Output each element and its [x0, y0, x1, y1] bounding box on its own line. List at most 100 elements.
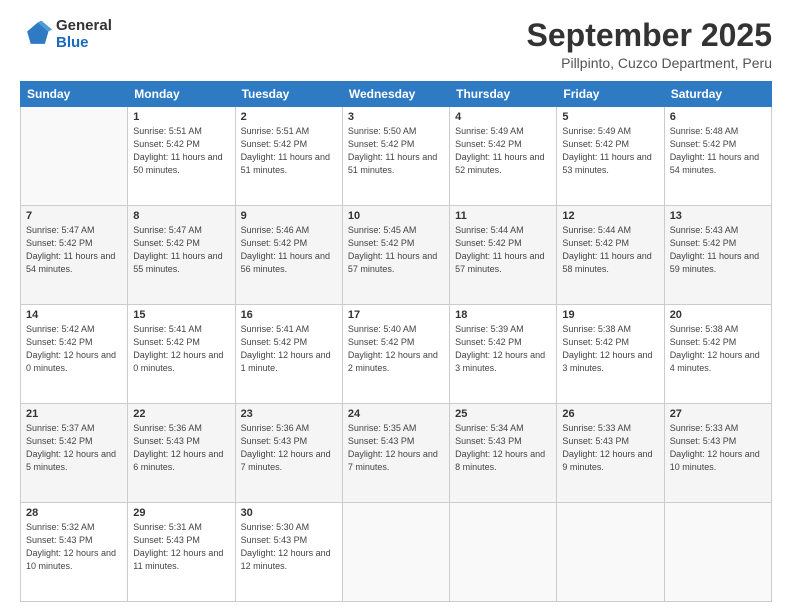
table-row: 19Sunrise: 5:38 AM Sunset: 5:42 PM Dayli… [557, 305, 664, 404]
day-info: Sunrise: 5:30 AM Sunset: 5:43 PM Dayligh… [241, 521, 337, 573]
logo-text: General Blue [56, 18, 112, 51]
day-info: Sunrise: 5:32 AM Sunset: 5:43 PM Dayligh… [26, 521, 122, 573]
day-info: Sunrise: 5:39 AM Sunset: 5:42 PM Dayligh… [455, 323, 551, 375]
day-info: Sunrise: 5:33 AM Sunset: 5:43 PM Dayligh… [670, 422, 766, 474]
calendar-table: Sunday Monday Tuesday Wednesday Thursday… [20, 81, 772, 602]
day-number: 14 [26, 309, 122, 321]
page: General Blue September 2025 Pillpinto, C… [0, 0, 792, 612]
table-row: 7 Sunrise: 5:47 AM Sunset: 5:42 PM Daylig… [21, 206, 128, 305]
calendar-week-row: 1 Sunrise: 5:51 AM Sunset: 5:42 PM Daylig… [21, 107, 772, 206]
table-row: 15Sunrise: 5:41 AM Sunset: 5:42 PM Dayli… [128, 305, 235, 404]
calendar-week-row: 14Sunrise: 5:42 AM Sunset: 5:42 PM Dayli… [21, 305, 772, 404]
day-number: 1 [133, 111, 229, 123]
day-number: 17 [348, 309, 444, 321]
table-row: 22 Sunrise: 5:36 AM Sunset: 5:43 PM Dayli… [128, 404, 235, 503]
weekday-header-row: Sunday Monday Tuesday Wednesday Thursday… [21, 82, 772, 107]
day-number: 11 [455, 210, 551, 222]
table-row: 27Sunrise: 5:33 AM Sunset: 5:43 PM Dayli… [664, 404, 771, 503]
day-number: 10 [348, 210, 444, 222]
month-title: September 2025 [527, 18, 772, 53]
day-info: Sunrise: 5:41 AM Sunset: 5:42 PM Dayligh… [241, 323, 337, 375]
day-info: Sunrise: 5:49 AM Sunset: 5:42 PM Dayligh… [455, 125, 551, 177]
title-section: September 2025 Pillpinto, Cuzco Departme… [527, 18, 772, 71]
day-number: 4 [455, 111, 551, 123]
col-friday: Friday [557, 82, 664, 107]
table-row: 10 Sunrise: 5:45 AM Sunset: 5:42 PM Dayli… [342, 206, 449, 305]
day-info: Sunrise: 5:51 AM Sunset: 5:42 PM Dayligh… [241, 125, 337, 177]
day-info: Sunrise: 5:38 AM Sunset: 5:42 PM Dayligh… [670, 323, 766, 375]
col-sunday: Sunday [21, 82, 128, 107]
col-wednesday: Wednesday [342, 82, 449, 107]
table-row: 20Sunrise: 5:38 AM Sunset: 5:42 PM Dayli… [664, 305, 771, 404]
col-monday: Monday [128, 82, 235, 107]
table-row: 21Sunrise: 5:37 AM Sunset: 5:42 PM Dayli… [21, 404, 128, 503]
day-info: Sunrise: 5:44 AM Sunset: 5:42 PM Dayligh… [562, 224, 658, 276]
table-row: 13Sunrise: 5:43 AM Sunset: 5:42 PM Dayli… [664, 206, 771, 305]
day-info: Sunrise: 5:47 AM Sunset: 5:42 PM Dayligh… [26, 224, 122, 276]
table-row [342, 503, 449, 602]
day-number: 29 [133, 507, 229, 519]
day-info: Sunrise: 5:38 AM Sunset: 5:42 PM Dayligh… [562, 323, 658, 375]
table-row: 9 Sunrise: 5:46 AM Sunset: 5:42 PM Daylig… [235, 206, 342, 305]
day-info: Sunrise: 5:41 AM Sunset: 5:42 PM Dayligh… [133, 323, 229, 375]
table-row: 14Sunrise: 5:42 AM Sunset: 5:42 PM Dayli… [21, 305, 128, 404]
day-info: Sunrise: 5:47 AM Sunset: 5:42 PM Dayligh… [133, 224, 229, 276]
table-row [664, 503, 771, 602]
table-row [557, 503, 664, 602]
day-number: 28 [26, 507, 122, 519]
table-row: 5Sunrise: 5:49 AM Sunset: 5:42 PM Daylig… [557, 107, 664, 206]
day-info: Sunrise: 5:51 AM Sunset: 5:42 PM Dayligh… [133, 125, 229, 177]
day-info: Sunrise: 5:48 AM Sunset: 5:42 PM Dayligh… [670, 125, 766, 177]
table-row: 30 Sunrise: 5:30 AM Sunset: 5:43 PM Dayli… [235, 503, 342, 602]
day-number: 3 [348, 111, 444, 123]
day-info: Sunrise: 5:33 AM Sunset: 5:43 PM Dayligh… [562, 422, 658, 474]
day-info: Sunrise: 5:44 AM Sunset: 5:42 PM Dayligh… [455, 224, 551, 276]
table-row: 1 Sunrise: 5:51 AM Sunset: 5:42 PM Daylig… [128, 107, 235, 206]
table-row: 2 Sunrise: 5:51 AM Sunset: 5:42 PM Daylig… [235, 107, 342, 206]
day-number: 26 [562, 408, 658, 420]
header: General Blue September 2025 Pillpinto, C… [20, 18, 772, 71]
day-number: 22 [133, 408, 229, 420]
day-number: 7 [26, 210, 122, 222]
col-saturday: Saturday [664, 82, 771, 107]
calendar-week-row: 7 Sunrise: 5:47 AM Sunset: 5:42 PM Daylig… [21, 206, 772, 305]
day-number: 18 [455, 309, 551, 321]
day-number: 30 [241, 507, 337, 519]
logo-blue-text: Blue [56, 35, 112, 52]
day-number: 23 [241, 408, 337, 420]
table-row [450, 503, 557, 602]
day-info: Sunrise: 5:35 AM Sunset: 5:43 PM Dayligh… [348, 422, 444, 474]
table-row: 6 Sunrise: 5:48 AM Sunset: 5:42 PM Daylig… [664, 107, 771, 206]
col-tuesday: Tuesday [235, 82, 342, 107]
day-number: 2 [241, 111, 337, 123]
col-thursday: Thursday [450, 82, 557, 107]
table-row: 24 Sunrise: 5:35 AM Sunset: 5:43 PM Dayli… [342, 404, 449, 503]
calendar-week-row: 21Sunrise: 5:37 AM Sunset: 5:42 PM Dayli… [21, 404, 772, 503]
day-number: 6 [670, 111, 766, 123]
day-number: 25 [455, 408, 551, 420]
day-number: 9 [241, 210, 337, 222]
day-info: Sunrise: 5:36 AM Sunset: 5:43 PM Dayligh… [241, 422, 337, 474]
calendar-week-row: 28 Sunrise: 5:32 AM Sunset: 5:43 PM Dayli… [21, 503, 772, 602]
table-row: 18 Sunrise: 5:39 AM Sunset: 5:42 PM Dayli… [450, 305, 557, 404]
day-info: Sunrise: 5:40 AM Sunset: 5:42 PM Dayligh… [348, 323, 444, 375]
table-row: 26 Sunrise: 5:33 AM Sunset: 5:43 PM Dayli… [557, 404, 664, 503]
day-info: Sunrise: 5:46 AM Sunset: 5:42 PM Dayligh… [241, 224, 337, 276]
day-info: Sunrise: 5:50 AM Sunset: 5:42 PM Dayligh… [348, 125, 444, 177]
day-info: Sunrise: 5:36 AM Sunset: 5:43 PM Dayligh… [133, 422, 229, 474]
table-row: 8Sunrise: 5:47 AM Sunset: 5:42 PM Daylig… [128, 206, 235, 305]
logo: General Blue [20, 18, 112, 51]
table-row: 11 Sunrise: 5:44 AM Sunset: 5:42 PM Dayli… [450, 206, 557, 305]
table-row: 25Sunrise: 5:34 AM Sunset: 5:43 PM Dayli… [450, 404, 557, 503]
day-number: 12 [562, 210, 658, 222]
day-number: 24 [348, 408, 444, 420]
table-row: 17 Sunrise: 5:40 AM Sunset: 5:42 PM Dayli… [342, 305, 449, 404]
day-info: Sunrise: 5:31 AM Sunset: 5:43 PM Dayligh… [133, 521, 229, 573]
table-row: 23 Sunrise: 5:36 AM Sunset: 5:43 PM Dayli… [235, 404, 342, 503]
day-number: 13 [670, 210, 766, 222]
day-number: 16 [241, 309, 337, 321]
location-subtitle: Pillpinto, Cuzco Department, Peru [527, 55, 772, 71]
day-info: Sunrise: 5:45 AM Sunset: 5:42 PM Dayligh… [348, 224, 444, 276]
table-row [21, 107, 128, 206]
logo-general-text: General [56, 18, 112, 35]
